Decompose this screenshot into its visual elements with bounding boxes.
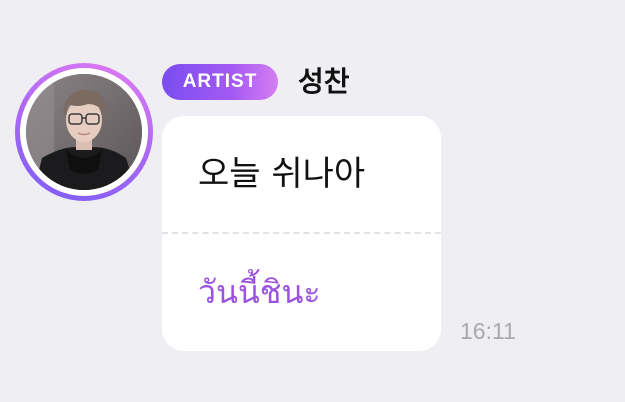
chat-message-row: ARTIST 성찬 오늘 쉬나아 วันนี้ชินะ 16:11 [0, 0, 625, 402]
avatar[interactable] [15, 63, 153, 201]
translation-divider [162, 232, 441, 234]
message-timestamp: 16:11 [460, 318, 516, 344]
translated-text: วันนี้ชินะ [198, 273, 321, 311]
avatar-ring-gap [20, 68, 148, 196]
sender-name: 성찬 [298, 65, 350, 98]
artist-badge: ARTIST [162, 64, 278, 100]
avatar-photo-illustration [26, 74, 142, 190]
avatar-photo [26, 74, 142, 190]
message-text: 오늘 쉬나아 [198, 154, 366, 194]
message-bubble[interactable]: 오늘 쉬나아 วันนี้ชินะ [162, 116, 441, 351]
